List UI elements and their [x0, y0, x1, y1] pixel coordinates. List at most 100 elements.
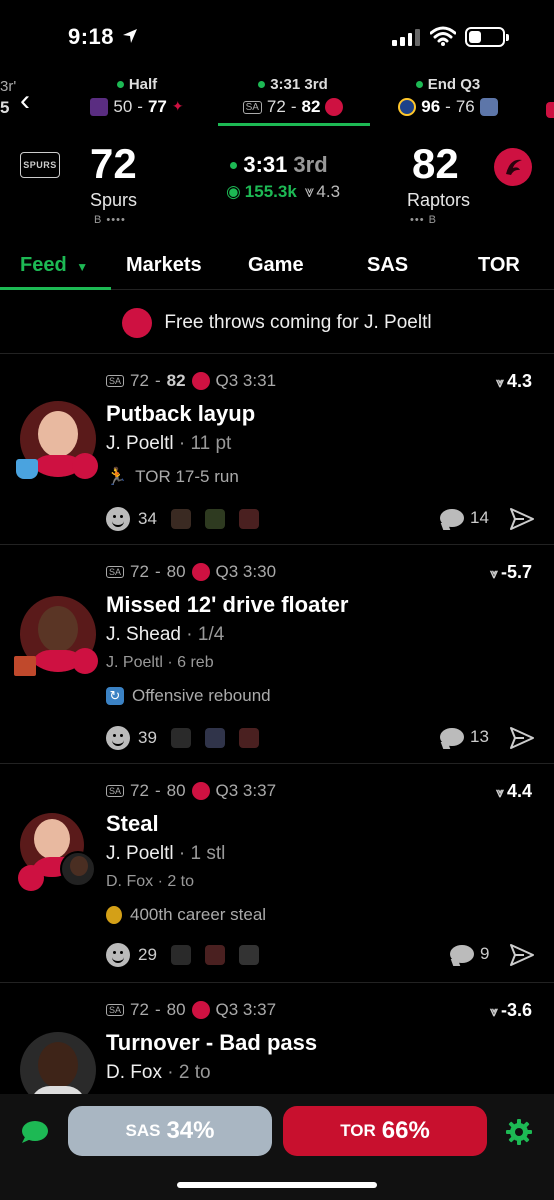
rockets-logo-icon: ✦ — [171, 98, 184, 114]
comments[interactable]: 13 — [440, 727, 489, 747]
games-strip: 3r' 5 ‹ Half 50-77 ✦ 3:31 3rd SA 72-82 E… — [0, 72, 554, 126]
comment-bubble-icon — [440, 728, 464, 746]
game-status: End Q3 — [427, 76, 481, 93]
reaction-smiley-icon[interactable] — [106, 943, 130, 967]
reactor-avatar — [170, 945, 191, 965]
sas-pick-button[interactable]: SAS 34% — [68, 1106, 272, 1156]
card-score-line: SA 72-80 Q3 3:30 — [106, 562, 276, 582]
game-chip[interactable]: Half 50-77 ✦ — [72, 76, 202, 117]
spread-icon: ⩔ — [304, 182, 315, 201]
play-note: 🏃 TOR 17-5 run — [106, 467, 239, 487]
reactions[interactable]: 34 — [106, 507, 259, 531]
game-chip[interactable]: End Q3 96-76 — [383, 76, 513, 117]
comments[interactable]: 14 — [440, 508, 489, 528]
card-delta-value: 4.3 — [506, 371, 532, 391]
player-face — [34, 819, 70, 859]
game-status: Half — [128, 76, 158, 93]
away-score: 50 — [113, 97, 133, 116]
feed-card[interactable]: SA 72-80 Q3 3:37 ⩔ 4.4 Steal J. Poeltl · … — [0, 765, 554, 983]
card-home-score: 82 — [166, 371, 186, 390]
card-time: Q3 3:31 — [215, 371, 277, 390]
run-icon: 🏃 — [106, 467, 128, 486]
tab-label: Feed — [20, 254, 67, 276]
tab-feed[interactable]: Feed ▼ — [20, 254, 88, 277]
raptors-logo-icon — [191, 1001, 210, 1019]
reactor-avatar — [238, 728, 259, 748]
wifi-icon — [430, 26, 456, 46]
watchers-row: ◉ 155.3k ⩔ 4.3 — [208, 182, 358, 202]
card-home-score: 80 — [166, 562, 186, 581]
tab-tor[interactable]: TOR — [478, 254, 520, 277]
home-indicator[interactable] — [177, 1182, 377, 1188]
spurs-logo-icon: SA — [242, 100, 262, 114]
player-face — [70, 856, 88, 876]
reactions[interactable]: 39 — [106, 726, 259, 750]
spread-icon: ⩔ — [496, 374, 504, 390]
gear-icon[interactable] — [505, 1118, 533, 1146]
reactor-avatar — [238, 945, 259, 965]
feed-card[interactable]: SA 72-80 Q3 3:37 ⩔ -3.6 Turnover - Bad pa… — [0, 984, 554, 1108]
reaction-smiley-icon[interactable] — [106, 726, 130, 750]
sas-label: SAS — [125, 1121, 161, 1140]
note-text: 400th career steal — [130, 905, 267, 924]
clock-period: 3rd — [293, 152, 328, 177]
away-team-name: Spurs — [90, 190, 138, 210]
play-note: ↻ Offensive rebound — [106, 686, 271, 706]
scoreboard: SPURS 72 Spurs B •••• 3:31 3rd ◉ 155.3k … — [0, 130, 554, 234]
home-score: 77 — [147, 97, 167, 116]
share-icon[interactable] — [510, 727, 534, 749]
live-dot-icon — [116, 81, 124, 88]
raptors-logo-icon — [191, 372, 210, 390]
kings-logo-icon — [90, 98, 109, 116]
play-player: D. Fox · 2 to — [106, 1062, 211, 1083]
note-text: Offensive rebound — [132, 686, 271, 705]
play-player: J. Poeltl · 1 stl — [106, 843, 226, 864]
reactor-avatar — [204, 945, 225, 965]
spurs-logo-icon[interactable]: SPURS — [20, 152, 60, 178]
reactor-avatar — [170, 509, 191, 529]
share-icon[interactable] — [510, 508, 534, 530]
comment-bubble-icon — [450, 945, 474, 963]
player-name: J. Poeltl — [106, 843, 174, 864]
game-chip-selected[interactable]: 3:31 3rd SA 72-82 — [228, 76, 358, 117]
share-icon[interactable] — [510, 944, 534, 966]
bottom-bar: SAS 34% TOR 66% — [0, 1094, 554, 1200]
tab-markets[interactable]: Markets — [126, 254, 202, 277]
reactions[interactable]: 29 — [106, 943, 259, 967]
battery-icon — [465, 27, 509, 47]
tab-game[interactable]: Game — [248, 254, 304, 277]
bucket-icon — [16, 459, 38, 479]
comment-count: 14 — [470, 508, 489, 527]
tor-label: TOR — [340, 1121, 376, 1140]
card-home-score: 80 — [166, 781, 186, 800]
spread-icon: ⩔ — [490, 565, 498, 581]
back-chevron-icon[interactable]: ‹ — [20, 86, 30, 116]
live-banner[interactable]: Free throws coming for J. Poeltl — [0, 292, 554, 354]
card-away-score: 72 — [130, 781, 149, 800]
play-title: Turnover - Bad pass — [106, 1030, 318, 1055]
away-timeouts: B •••• — [94, 214, 126, 226]
play-title: Putback layup — [106, 401, 256, 426]
reaction-smiley-icon[interactable] — [106, 507, 130, 531]
live-dot-icon — [415, 81, 423, 88]
card-home-score: 80 — [166, 1000, 186, 1019]
raptors-logo-icon[interactable] — [494, 148, 532, 186]
play-secondary: D. Fox · 2 to — [106, 873, 195, 890]
cellular-signal-icon — [392, 28, 420, 46]
comments[interactable]: 9 — [450, 944, 489, 964]
feed-card[interactable]: SA 72-82 Q3 3:31 ⩔ 4.3 Putback layup J. P… — [0, 355, 554, 545]
card-score-line: SA 72-82 Q3 3:31 — [106, 371, 276, 391]
caret-down-icon: ▼ — [76, 260, 89, 274]
play-secondary: J. Poeltl · 6 reb — [106, 654, 214, 671]
raptors-badge-icon — [72, 453, 98, 479]
secondary-player-avatar[interactable] — [60, 851, 96, 887]
card-delta-value: -5.7 — [500, 562, 532, 582]
chat-icon[interactable] — [20, 1120, 50, 1144]
feed-card[interactable]: SA 72-80 Q3 3:30 ⩔ -5.7 Missed 12' drive … — [0, 546, 554, 764]
spurs-logo-icon: SA — [106, 566, 125, 578]
tor-pick-button[interactable]: TOR 66% — [283, 1106, 487, 1156]
reactor-avatar — [204, 728, 225, 748]
status-bar: 9:18 — [0, 0, 554, 72]
player-stat: 2 to — [178, 1062, 211, 1083]
tab-sas[interactable]: SAS — [367, 254, 408, 277]
